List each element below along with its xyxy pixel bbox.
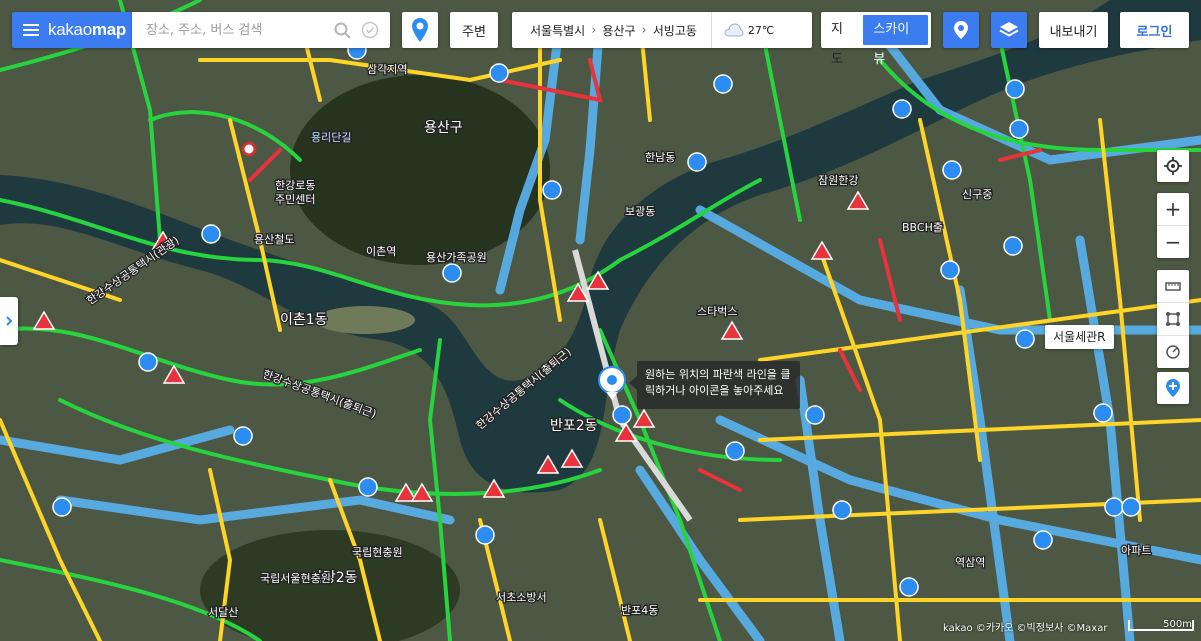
area-button[interactable] — [1157, 302, 1189, 335]
check-icon[interactable] — [356, 16, 384, 44]
satellite-map[interactable]: 용산구 이촌1동 반포2동 사당2동 삼각지역 이촌역 용리단길 용산가족공원 … — [0, 0, 1201, 641]
menu-icon[interactable] — [23, 21, 39, 39]
map-type-map[interactable]: 지도 — [821, 15, 863, 67]
search-icon[interactable] — [328, 16, 356, 44]
place-label: 한강로동 — [275, 179, 315, 192]
weather-temp: 27℃ — [747, 23, 775, 37]
cloud-icon — [724, 23, 744, 37]
radius-icon — [1166, 345, 1180, 359]
breadcrumb-district[interactable]: 용산구 — [596, 22, 641, 39]
route-button[interactable] — [402, 12, 438, 48]
scale-bar: 500m — [1128, 620, 1194, 631]
location-pin-button[interactable] — [943, 12, 979, 48]
roadview-button[interactable] — [1157, 372, 1189, 404]
area-icon — [1166, 312, 1180, 326]
place-label: 용리단길 — [311, 131, 351, 144]
search-input[interactable] — [144, 12, 328, 48]
subway-icon[interactable] — [241, 141, 257, 157]
map-type-skyview[interactable]: 스카이뷰 — [863, 15, 928, 67]
ruler-icon — [1165, 282, 1181, 291]
roadview-pin-icon — [1166, 379, 1180, 397]
radius-button[interactable] — [1157, 335, 1189, 368]
place-label: 국립서울현충원 — [260, 572, 331, 585]
place-label: 서달산 — [208, 606, 238, 619]
zoom-out-button[interactable]: − — [1157, 225, 1189, 258]
export-label: 내보내기 — [1049, 24, 1098, 40]
chevron-right-icon — [6, 316, 13, 326]
place-label: 이촌역 — [366, 245, 396, 258]
minus-icon: − — [1164, 230, 1182, 254]
export-button[interactable]: 내보내기 — [1039, 12, 1108, 48]
tools-control — [1157, 270, 1189, 368]
current-location-control — [1157, 150, 1189, 182]
layers-icon — [999, 22, 1019, 37]
map-attribution: kakao ©카카오 ©빅정보사 ©Maxar — [943, 623, 1108, 634]
login-label: 로그인 — [1136, 24, 1173, 40]
breadcrumb: 서울특별시 › 용산구 › 서빙고동 27℃ — [512, 12, 812, 48]
ruler-button[interactable] — [1157, 270, 1189, 302]
plus-icon: + — [1164, 197, 1182, 221]
nearby-label: 주변 — [462, 24, 486, 40]
map-type-toggle: 지도 스카이뷰 — [821, 12, 931, 67]
roadview-tooltip: 원하는 위치의 파란색 라인을 클릭하거나 아이콘을 놓아주세요 — [637, 361, 800, 409]
login-button[interactable]: 로그인 — [1120, 12, 1189, 48]
layers-button[interactable] — [991, 12, 1027, 48]
island — [315, 306, 415, 334]
location-pin-icon — [954, 21, 968, 39]
place-label: 용산가족공원 — [426, 251, 487, 264]
route-pin-icon — [412, 18, 428, 42]
place-label: 용산철도 — [254, 233, 294, 246]
tooltip-arrow — [629, 376, 637, 390]
place-label: 아파트 — [1121, 544, 1151, 557]
breadcrumb-city[interactable]: 서울특별시 — [524, 22, 591, 39]
search-bar — [132, 12, 390, 48]
place-label: 반포4동 — [621, 604, 658, 617]
place-label: 잠원한강 — [818, 174, 858, 187]
brand-header[interactable]: kakaomap — [12, 12, 132, 48]
place-label: 한남동 — [645, 151, 675, 164]
place-label: 서초소방서 — [496, 591, 547, 604]
place-label: 스타벅스 — [697, 305, 737, 318]
place-label: BBCH출 — [902, 221, 943, 234]
place-label: 주민센터 — [275, 193, 315, 206]
place-label: 삼각지역 — [367, 63, 407, 76]
place-label: 신구중 — [962, 188, 992, 201]
weather-widget[interactable]: 27℃ — [710, 12, 775, 48]
breadcrumb-dong[interactable]: 서빙고동 — [647, 22, 703, 39]
poi-tag[interactable]: 서울세관R — [1045, 325, 1114, 349]
zoom-control: + − — [1157, 193, 1189, 258]
district-label: 용산구 — [424, 120, 463, 136]
kakaomap-logo[interactable]: kakaomap — [48, 20, 126, 40]
district-label: 이촌1동 — [280, 312, 328, 328]
district-label: 반포2동 — [550, 418, 598, 434]
side-panel-toggle[interactable] — [0, 297, 18, 345]
nearby-button[interactable]: 주변 — [450, 12, 498, 48]
place-label: 국립현충원 — [352, 546, 403, 559]
crosshair-icon — [1164, 157, 1182, 175]
place-label: 보광동 — [625, 205, 655, 218]
roadview-control — [1157, 372, 1189, 404]
current-location-button[interactable] — [1157, 150, 1189, 182]
place-label: 역삼역 — [955, 556, 985, 569]
zoom-in-button[interactable]: + — [1157, 193, 1189, 225]
